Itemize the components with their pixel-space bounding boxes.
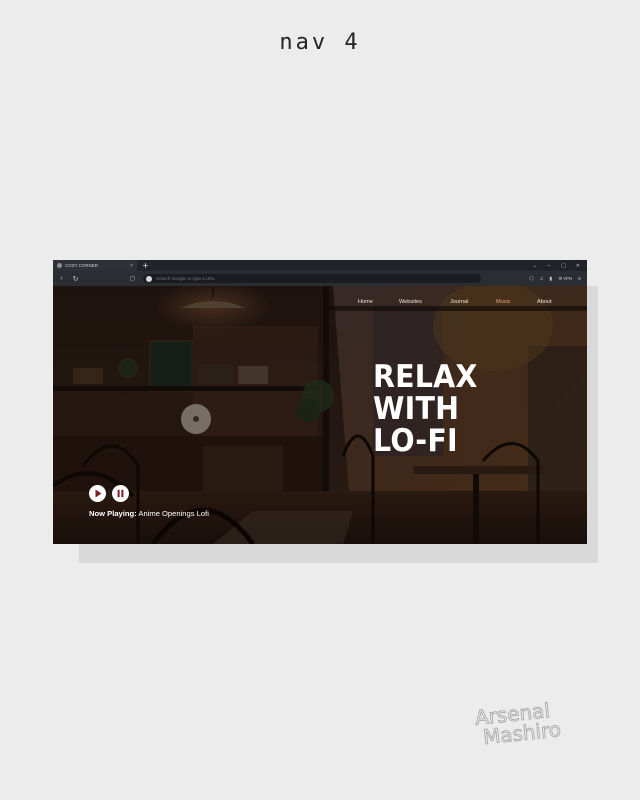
extensions-icon[interactable]: ⬡ bbox=[529, 276, 533, 282]
browser-tab-active[interactable]: COZY CORNER × bbox=[53, 260, 137, 271]
window-controls: ⌄ − □ ✕ bbox=[533, 263, 587, 269]
browser-toolbar: ‹ ↻ ◻ Search Google or type a URL ⬡ ♫ ▮ … bbox=[53, 271, 587, 286]
signature-watermark: Arsenal Mashiro bbox=[473, 697, 588, 750]
hero-line-2: WITH bbox=[373, 391, 460, 427]
toolbar-icons: ⬡ ♫ ▮ ⚙ VPN ≡ bbox=[529, 276, 587, 282]
tab-search-icon[interactable]: ⌄ bbox=[533, 263, 537, 269]
track-title: Anime Openings Lofi bbox=[138, 509, 209, 518]
play-button[interactable] bbox=[89, 485, 106, 502]
nav-link-home[interactable]: Home bbox=[358, 299, 373, 305]
hero-line-3: LO-FI bbox=[373, 423, 458, 459]
play-icon bbox=[95, 489, 102, 498]
music-icon[interactable]: ♫ bbox=[540, 276, 544, 282]
back-icon[interactable]: ‹ bbox=[56, 275, 67, 282]
now-playing-label: Now Playing: bbox=[89, 509, 137, 518]
hero-heading: RELAX WITH LO-FI bbox=[373, 361, 478, 457]
cafe-background-image bbox=[53, 286, 587, 544]
close-window-icon[interactable]: ✕ bbox=[576, 263, 580, 269]
pause-button[interactable] bbox=[112, 485, 129, 502]
sidebar-icon[interactable]: ▮ bbox=[549, 276, 552, 282]
tab-title: COZY CORNER bbox=[65, 263, 99, 268]
page-title: nav 4 bbox=[279, 30, 361, 55]
nav-link-about[interactable]: About bbox=[537, 299, 552, 305]
tab-bar: COZY CORNER × + ⌄ − □ ✕ bbox=[53, 260, 587, 271]
new-tab-button[interactable]: + bbox=[142, 260, 149, 271]
hero-line-1: RELAX bbox=[373, 359, 478, 395]
address-placeholder: Search Google or type a URL bbox=[155, 276, 216, 281]
google-icon bbox=[145, 275, 152, 282]
nav-link-music[interactable]: Music bbox=[496, 299, 511, 305]
favicon-icon bbox=[57, 263, 62, 268]
menu-icon[interactable]: ≡ bbox=[578, 276, 581, 282]
nav-link-websites[interactable]: Websites bbox=[399, 299, 422, 305]
now-playing: Now Playing: Anime Openings Lofi bbox=[89, 509, 209, 518]
page: nav 4 COZY CORNER × + ⌄ − □ ✕ ‹ ↻ ◻ Sear… bbox=[0, 0, 640, 800]
nav-link-journal[interactable]: Journal bbox=[450, 299, 468, 305]
browser-window: COZY CORNER × + ⌄ − □ ✕ ‹ ↻ ◻ Search Goo… bbox=[53, 260, 587, 544]
address-bar[interactable]: Search Google or type a URL bbox=[142, 274, 481, 283]
tab-close-icon[interactable]: × bbox=[130, 263, 133, 269]
minimize-icon[interactable]: − bbox=[547, 263, 551, 269]
vpn-label: VPN bbox=[563, 275, 573, 281]
bookmark-icon[interactable]: ◻ bbox=[130, 275, 135, 282]
web-viewport: Home Websites Journal Music About RELAX … bbox=[53, 286, 587, 544]
pause-icon bbox=[117, 489, 124, 498]
site-navigation: Home Websites Journal Music About bbox=[53, 299, 587, 309]
reload-icon[interactable]: ↻ bbox=[70, 275, 81, 283]
maximize-icon[interactable]: □ bbox=[561, 263, 566, 269]
vpn-button[interactable]: ⚙ VPN bbox=[558, 276, 572, 282]
